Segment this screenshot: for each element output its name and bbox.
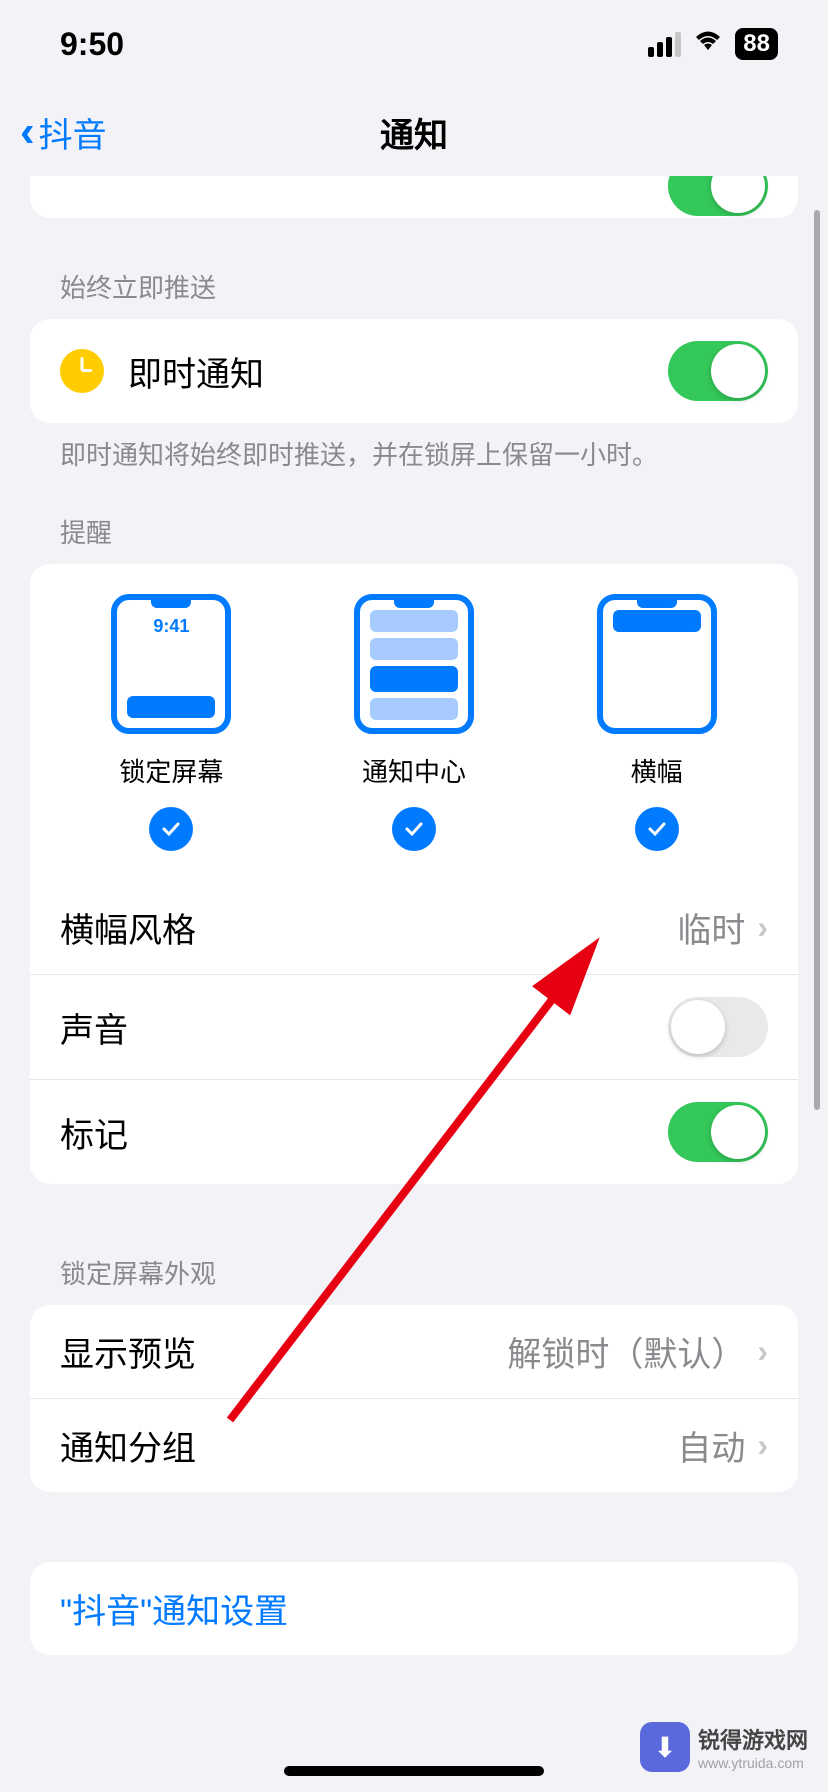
row-show-previews[interactable]: 显示预览 解锁时（默认） › [30, 1305, 798, 1398]
row-sounds: 声音 [30, 974, 798, 1079]
banner-style-label: 横幅风格 [60, 903, 196, 952]
section-footer-instant: 即时通知将始终即时推送，并在锁屏上保留一小时。 [30, 423, 798, 513]
show-previews-value: 解锁时（默认） › [507, 1327, 768, 1376]
chevron-right-icon: › [757, 1333, 768, 1370]
card-lockscreen-appearance: 显示预览 解锁时（默认） › 通知分组 自动 › [30, 1305, 798, 1492]
content: 始终立即推送 即时通知 即时通知将始终即时推送，并在锁屏上保留一小时。 提醒 9… [0, 176, 828, 1655]
sounds-toggle[interactable] [668, 997, 768, 1057]
badges-toggle[interactable] [668, 1102, 768, 1162]
watermark: ⬇ 锐得游戏网 www.ytruida.com [640, 1722, 808, 1772]
badges-label: 标记 [60, 1108, 128, 1157]
back-label: 抖音 [39, 108, 107, 157]
lockscreen-label: 锁定屏幕 [119, 752, 223, 789]
section-header-always-deliver: 始终立即推送 [30, 268, 798, 319]
section-header-alerts: 提醒 [30, 513, 798, 564]
notification-center-label: 通知中心 [362, 752, 466, 789]
instant-label: 即时通知 [128, 347, 264, 396]
cutoff-toggle[interactable] [668, 176, 768, 216]
show-previews-label: 显示预览 [60, 1327, 196, 1376]
alert-option-lockscreen[interactable]: 9:41 锁定屏幕 [111, 594, 231, 851]
card-instant: 即时通知 [30, 319, 798, 423]
status-right: 88 [648, 28, 778, 60]
chevron-right-icon: › [757, 909, 768, 946]
card-alerts: 9:41 锁定屏幕 通知中心 [30, 564, 798, 1184]
grouping-label: 通知分组 [60, 1421, 196, 1470]
instant-toggle[interactable] [668, 341, 768, 401]
section-header-lockscreen-appearance: 锁定屏幕外观 [30, 1254, 798, 1305]
watermark-url: www.ytruida.com [698, 1755, 808, 1771]
row-notification-grouping[interactable]: 通知分组 自动 › [30, 1398, 798, 1492]
lockscreen-mock-icon: 9:41 [111, 594, 231, 734]
alert-option-banners[interactable]: 横幅 [597, 594, 717, 851]
battery-icon: 88 [735, 28, 778, 60]
alert-option-notification-center[interactable]: 通知中心 [354, 594, 474, 851]
banners-label: 横幅 [631, 752, 683, 789]
row-banner-style[interactable]: 横幅风格 临时 › [30, 881, 798, 974]
watermark-title: 锐得游戏网 [698, 1723, 808, 1755]
wifi-icon [693, 28, 723, 60]
sounds-label: 声音 [60, 1003, 128, 1052]
clock-icon [60, 349, 104, 393]
watermark-logo-icon: ⬇ [640, 1722, 690, 1772]
grouping-value: 自动 › [677, 1421, 768, 1470]
check-circle-banners [635, 807, 679, 851]
scrollbar[interactable] [814, 210, 820, 1110]
row-badges: 标记 [30, 1079, 798, 1184]
alerts-row: 9:41 锁定屏幕 通知中心 [30, 594, 798, 881]
home-indicator[interactable] [284, 1766, 544, 1776]
check-circle-lockscreen [149, 807, 193, 851]
notification-center-mock-icon [354, 594, 474, 734]
banner-style-value: 临时 › [677, 903, 768, 952]
signal-icon [648, 32, 681, 57]
check-circle-notif-center [392, 807, 436, 851]
chevron-right-icon: › [757, 1427, 768, 1464]
page-title: 通知 [380, 108, 448, 157]
status-time: 9:50 [60, 26, 124, 63]
back-button[interactable]: ‹ 抖音 [20, 107, 107, 157]
status-bar: 9:50 88 [0, 0, 828, 88]
app-settings-link: "抖音"通知设置 [60, 1584, 288, 1633]
nav-bar: ‹ 抖音 通知 [0, 88, 828, 176]
partial-cutoff-row [30, 176, 798, 218]
banners-mock-icon [597, 594, 717, 734]
chevron-left-icon: ‹ [20, 107, 35, 157]
row-instant-notifications: 即时通知 [30, 319, 798, 423]
row-app-settings[interactable]: "抖音"通知设置 [30, 1562, 798, 1655]
card-app-settings: "抖音"通知设置 [30, 1562, 798, 1655]
